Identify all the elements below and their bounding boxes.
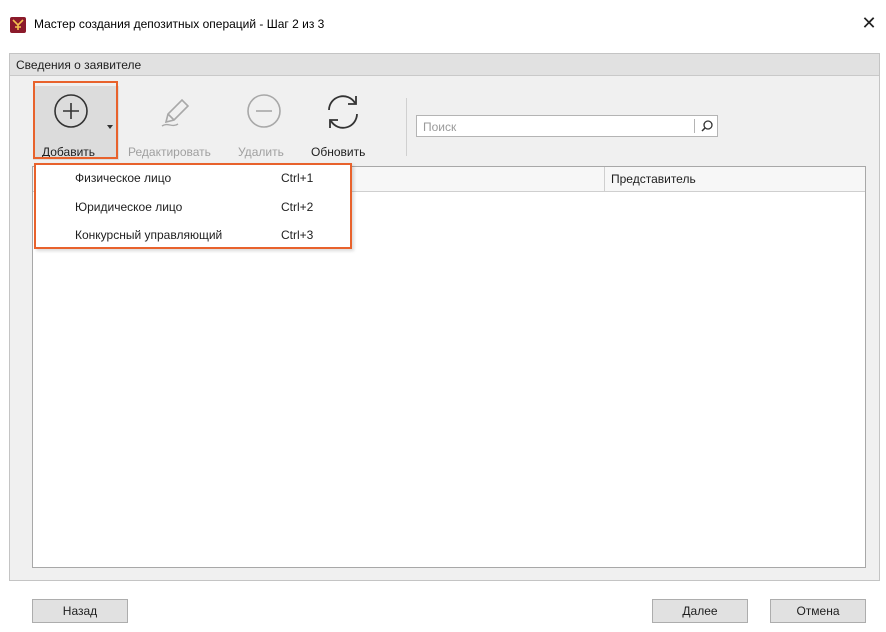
menu-item-shortcut: Ctrl+1 (281, 171, 314, 185)
edit-button[interactable]: Редактировать (124, 86, 232, 160)
title-bar: Мастер создания депозитных операций - Ша… (0, 0, 886, 44)
add-button-highlight (33, 81, 118, 159)
add-dropdown-menu: Физическое лицо Ctrl+1 Юридическое лицо … (34, 163, 352, 249)
menu-item-shortcut: Ctrl+2 (281, 200, 314, 214)
cancel-button[interactable]: Отмена (770, 599, 866, 623)
section-header: Сведения о заявителе (10, 54, 879, 76)
search-divider (694, 119, 695, 133)
refresh-button[interactable]: Обновить (308, 86, 378, 160)
minus-circle-icon (247, 94, 281, 128)
menu-item-shortcut: Ctrl+3 (281, 228, 314, 242)
search-input[interactable]: Поиск (416, 115, 718, 137)
close-button[interactable]: ✕ (852, 8, 886, 38)
menu-item-label: Конкурсный управляющий (75, 228, 223, 242)
toolbar-separator (406, 98, 407, 156)
menu-item-label: Юридическое лицо (75, 200, 183, 214)
refresh-icon (328, 95, 358, 129)
refresh-label: Обновить (311, 145, 366, 159)
menu-item-bankruptcy-trustee[interactable]: Конкурсный управляющий Ctrl+3 (36, 222, 350, 250)
pencil-icon (161, 98, 190, 127)
menu-item-label: Физическое лицо (75, 171, 172, 185)
next-button[interactable]: Далее (652, 599, 748, 623)
app-logo-icon (10, 17, 26, 33)
menu-item-individual[interactable]: Физическое лицо Ctrl+1 (36, 165, 350, 193)
window-title: Мастер создания депозитных операций - Ша… (34, 17, 325, 31)
column-header-representative[interactable]: Представитель (611, 172, 696, 186)
search-placeholder: Поиск (423, 120, 457, 134)
menu-item-legal-entity[interactable]: Юридическое лицо Ctrl+2 (36, 194, 350, 222)
edit-label: Редактировать (128, 145, 211, 159)
section-title: Сведения о заявителе (16, 58, 142, 72)
column-separator[interactable] (604, 167, 605, 191)
search-icon[interactable] (700, 119, 714, 133)
delete-button[interactable]: Удалить (233, 86, 295, 160)
delete-label: Удалить (238, 145, 284, 159)
back-button[interactable]: Назад (32, 599, 128, 623)
